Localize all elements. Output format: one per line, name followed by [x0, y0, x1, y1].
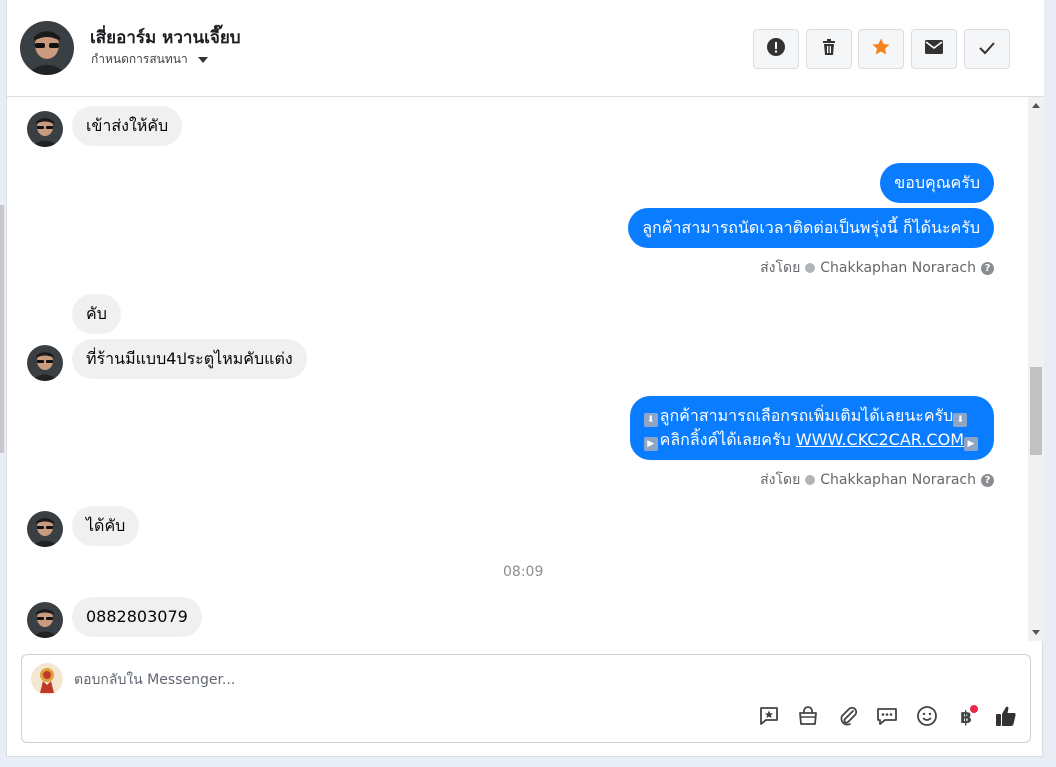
incoming-message: 0882803079 [72, 597, 202, 637]
quick-replies-button[interactable] [874, 705, 900, 731]
page-avatar [31, 663, 63, 695]
play-arrow-emoji-icon: ▶ [643, 437, 658, 451]
saved-reply-icon [758, 705, 780, 731]
contact-avatar-small [27, 602, 63, 638]
contact-avatar-small [27, 111, 63, 147]
play-arrow-emoji-icon: ▶ [964, 437, 978, 451]
sent-by-label: ส่งโดย [760, 260, 801, 276]
delete-button[interactable] [806, 29, 852, 69]
star-button[interactable] [858, 29, 904, 69]
scrollbar-thumb[interactable] [1030, 367, 1042, 455]
outgoing-message: ⬇ ลูกค้าสามารถเลือกรถเพิ่มเติมได้เลยนะครั… [629, 396, 994, 460]
saved-reply-button[interactable] [756, 705, 782, 731]
alert-icon [766, 37, 786, 61]
mail-icon [924, 39, 944, 59]
conversation-panel: เสี่ยอาร์ม หวานเจี๊ยบ กำหนดการสนทนา เข้า… [6, 0, 1044, 757]
contact-avatar[interactable] [20, 21, 74, 75]
notification-dot [970, 705, 978, 713]
reply-composer: ฿ [21, 654, 1031, 743]
reply-input[interactable] [74, 668, 674, 692]
verified-dot-icon [805, 263, 816, 273]
emoji-icon [916, 705, 938, 731]
like-button[interactable] [993, 705, 1019, 731]
outgoing-message: ขอบคุณครับ [880, 163, 994, 203]
message-text: คลิกลิ้งค์ได้เลยครับ [659, 430, 791, 449]
message-scrollbar[interactable] [1028, 97, 1044, 641]
help-icon[interactable]: ? [981, 473, 994, 487]
sent-by-info: ส่งโดย Chakkaphan Norarach ? [760, 257, 994, 279]
shop-bag-icon [797, 705, 819, 731]
attachment-icon [837, 705, 859, 731]
scroll-down-icon[interactable] [1032, 630, 1040, 635]
attach-file-button[interactable] [835, 705, 861, 731]
caret-down-icon [197, 56, 208, 63]
trash-icon [820, 38, 838, 60]
payment-button[interactable]: ฿ [953, 705, 979, 731]
mark-unread-button[interactable] [911, 29, 957, 69]
message-line: ⬇ ลูกค้าสามารถเลือกรถเพิ่มเติมได้เลยนะครั… [643, 404, 980, 428]
shop-button[interactable] [795, 705, 821, 731]
contact-avatar-small [27, 345, 63, 381]
contact-avatar-small [27, 511, 63, 547]
help-icon[interactable]: ? [981, 261, 994, 275]
like-icon [994, 704, 1018, 732]
conversation-settings-label: กำหนดการสนทนา [91, 52, 188, 66]
down-arrow-emoji-icon: ⬇ [643, 413, 658, 427]
left-edge-strip [0, 205, 4, 453]
incoming-message: คับ [72, 294, 121, 334]
app-window: เสี่ยอาร์ม หวานเจี๊ยบ กำหนดการสนทนา เข้า… [0, 0, 1056, 767]
outgoing-message: ลูกค้าสามารถนัดเวลาติดต่อเป็นพรุ่งนี้ ก็… [628, 208, 994, 248]
agent-name: Chakkaphan Norarach [820, 260, 976, 276]
conversation-settings-dropdown[interactable]: กำหนดการสนทนา [91, 50, 208, 69]
message-list[interactable]: เข้าส่งให้คับ ขอบคุณครับ ลูกค้าสามารถนัด… [7, 97, 1027, 641]
website-link[interactable]: WWW.CKC2CAR.COM [796, 430, 964, 449]
chat-bubbles-icon [876, 705, 898, 731]
check-icon [978, 40, 996, 59]
message-line: ▶ คลิกลิ้งค์ได้เลยครับ WWW.CKC2CAR.COM ▶ [643, 428, 980, 452]
message-text: ลูกค้าสามารถเลือกรถเพิ่มเติมได้เลยนะครับ [659, 406, 954, 425]
down-arrow-emoji-icon: ⬇ [953, 413, 968, 427]
incoming-message: ได้คับ [72, 506, 140, 546]
contact-name[interactable]: เสี่ยอาร์ม หวานเจี๊ยบ [90, 24, 241, 51]
mark-done-button[interactable] [964, 29, 1010, 69]
scroll-up-icon[interactable] [1032, 103, 1040, 108]
agent-name: Chakkaphan Norarach [820, 472, 976, 488]
incoming-message: ที่ร้านมีแบบ4ประตูไหมคับแต่ง [72, 339, 307, 379]
incoming-message: เข้าส่งให้คับ [72, 106, 183, 146]
sent-by-label: ส่งโดย [760, 472, 801, 488]
conversation-header: เสี่ยอาร์ม หวานเจี๊ยบ กำหนดการสนทนา [7, 0, 1044, 97]
sent-by-info: ส่งโดย Chakkaphan Norarach ? [760, 469, 994, 491]
emoji-button[interactable] [914, 705, 940, 731]
star-icon [871, 37, 891, 61]
message-timestamp: 08:09 [503, 564, 544, 580]
verified-dot-icon [805, 475, 816, 485]
mark-spam-button[interactable] [753, 29, 799, 69]
